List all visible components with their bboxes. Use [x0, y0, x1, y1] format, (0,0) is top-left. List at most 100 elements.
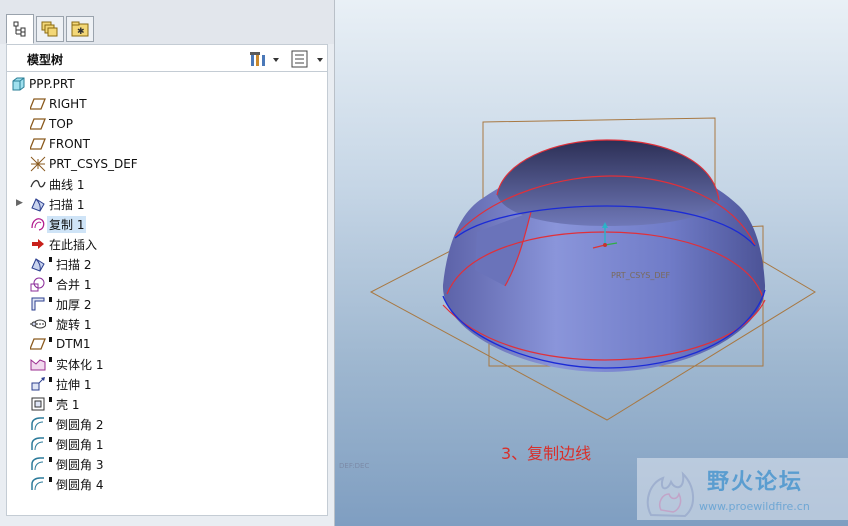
model-tree-icon: [13, 21, 26, 37]
viewport-dim-text: DEF:DEC: [339, 462, 370, 470]
inactive-marker-icon: [49, 357, 52, 362]
tree-item-label: 倒圆角 4: [56, 477, 104, 492]
svg-text:✱: ✱: [77, 27, 85, 37]
revolve-icon: [30, 316, 46, 332]
inactive-marker-icon: [49, 297, 52, 302]
tree-item-label: DTM1: [56, 337, 91, 351]
watermark-url: www.proewildfire.cn: [699, 500, 810, 513]
tree-item-round-4[interactable]: 倒圆角 4: [7, 474, 327, 494]
tree-columns-button[interactable]: [291, 50, 325, 68]
inactive-marker-icon: [49, 397, 52, 402]
graphics-viewport[interactable]: PRT_CSYS_DEF DEF:DEC 3、复制边线 野火论坛 www.pro…: [335, 0, 848, 526]
thicken-icon: [30, 296, 46, 312]
model-tree-panel: ✱ 模型树 PPP.PRT RIGHT TOP FRONT PRT_CSYS_D…: [0, 0, 335, 526]
tree-item-label: 拉伸 1: [56, 377, 92, 392]
sweep-icon: [30, 196, 46, 212]
list-icon: [291, 50, 323, 68]
tree-item-label: 扫描 1: [49, 197, 85, 212]
datum-plane-icon: [30, 96, 46, 112]
tree-item-label: 倒圆角 3: [56, 457, 104, 472]
inactive-marker-icon: [49, 477, 52, 482]
tree-item-label: 倒圆角 1: [56, 437, 104, 452]
tree-item-shell-1[interactable]: 壳 1: [7, 394, 327, 414]
tree-item-thicken-2[interactable]: 加厚 2: [7, 294, 327, 314]
model-tree-list: PPP.PRT RIGHT TOP FRONT PRT_CSYS_DEF 曲线 …: [6, 72, 328, 516]
tree-item-dtm1[interactable]: DTM1: [7, 334, 327, 354]
shell-icon: [30, 396, 46, 412]
tree-item-label: 扫描 2: [56, 257, 92, 272]
inactive-marker-icon: [49, 337, 52, 342]
tree-item-copy-1[interactable]: 复制 1: [7, 214, 327, 234]
tree-item-label: PPP.PRT: [29, 77, 75, 91]
tree-item-label: 倒圆角 2: [56, 417, 104, 432]
tree-item-label: 加厚 2: [56, 297, 92, 312]
tree-item-label: 旋转 1: [56, 317, 92, 332]
tree-item-revolve-1[interactable]: 旋转 1: [7, 314, 327, 334]
insert-here-icon: [30, 236, 46, 252]
layers-icon: [41, 21, 58, 37]
extrude-icon: [30, 376, 46, 392]
inactive-marker-icon: [49, 457, 52, 462]
tree-item-label: FRONT: [49, 137, 90, 151]
navigator-tabs: ✱: [0, 0, 334, 44]
tree-item-round-1[interactable]: 倒圆角 1: [7, 434, 327, 454]
folder-star-icon: ✱: [71, 21, 89, 37]
tree-item-label: 曲线 1: [49, 177, 85, 192]
tree-item-curve-1[interactable]: 曲线 1: [7, 174, 327, 194]
copy-icon: [30, 216, 46, 232]
model-tree-tab[interactable]: [6, 14, 34, 44]
round-icon: [30, 476, 46, 492]
tree-item-round-2[interactable]: 倒圆角 2: [7, 414, 327, 434]
model-tree-title: 模型树: [27, 53, 64, 67]
datum-plane-icon: [30, 136, 46, 152]
favorites-tab[interactable]: ✱: [66, 16, 94, 42]
tree-settings-button[interactable]: [249, 50, 279, 68]
tree-item-solidify-1[interactable]: 实体化 1: [7, 354, 327, 374]
watermark: 野火论坛 www.proewildfire.cn: [637, 458, 848, 520]
tree-item-right[interactable]: RIGHT: [7, 94, 327, 114]
tree-item-prt-csys-def[interactable]: PRT_CSYS_DEF: [7, 154, 327, 174]
inactive-marker-icon: [49, 437, 52, 442]
watermark-name: 野火论坛: [707, 470, 804, 495]
inactive-marker-icon: [49, 277, 52, 282]
tree-item-round-3[interactable]: 倒圆角 3: [7, 454, 327, 474]
tree-item-label: 合并 1: [56, 277, 92, 292]
model-3d-view[interactable]: PRT_CSYS_DEF: [335, 0, 848, 526]
tree-item-ppp-prt[interactable]: PPP.PRT: [7, 74, 327, 94]
layers-tab[interactable]: [36, 16, 64, 42]
curve-icon: [30, 176, 46, 192]
tools-icon: [250, 52, 279, 66]
tree-item-label: RIGHT: [49, 97, 87, 111]
model-tree-header: 模型树: [6, 44, 328, 72]
inactive-marker-icon: [49, 317, 52, 322]
tree-item-sweep-2[interactable]: 扫描 2: [7, 254, 327, 274]
tree-item-front[interactable]: FRONT: [7, 134, 327, 154]
sweep-icon: [30, 256, 46, 272]
tree-item-label: 在此插入: [49, 237, 98, 252]
csys-icon: [30, 156, 46, 172]
tree-item-top[interactable]: TOP: [7, 114, 327, 134]
solidify-icon: [30, 356, 46, 372]
inactive-marker-icon: [49, 257, 52, 262]
step-caption: 3、复制边线: [501, 444, 592, 463]
tree-item-merge-1[interactable]: 合并 1: [7, 274, 327, 294]
tree-item-label: 壳 1: [56, 397, 80, 412]
part-icon: [10, 76, 26, 92]
csys-label: PRT_CSYS_DEF: [611, 271, 671, 280]
datum-plane-icon: [30, 116, 46, 132]
tree-item-label: TOP: [49, 117, 74, 131]
flame-logo-icon: [646, 471, 694, 518]
round-icon: [30, 436, 46, 452]
tree-item-label: 实体化 1: [56, 357, 104, 372]
round-icon: [30, 416, 46, 432]
inactive-marker-icon: [49, 377, 52, 382]
tree-item-sweep-1[interactable]: ▶ 扫描 1: [7, 194, 327, 214]
tree-item-extrude-1[interactable]: 拉伸 1: [7, 374, 327, 394]
tree-item-label: PRT_CSYS_DEF: [49, 157, 138, 171]
tree-item-insert-here[interactable]: 在此插入: [7, 234, 327, 254]
tree-item-label: 复制 1: [47, 215, 87, 233]
inactive-marker-icon: [49, 417, 52, 422]
expand-arrow-icon[interactable]: ▶: [16, 198, 24, 208]
datum-plane-icon: [30, 336, 46, 352]
round-icon: [30, 456, 46, 472]
